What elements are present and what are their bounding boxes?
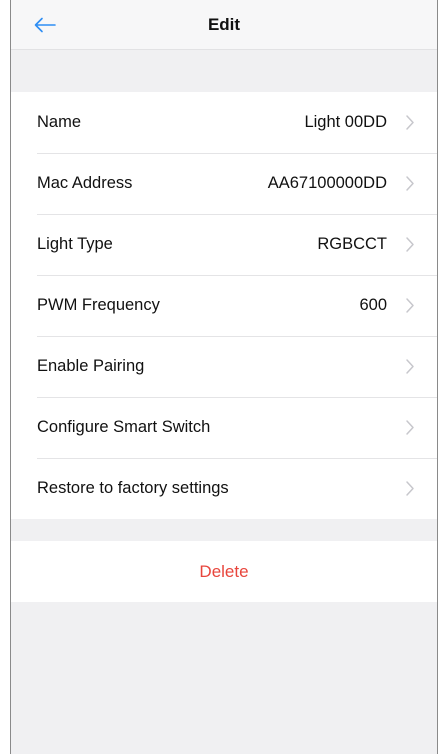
chevron-right-icon <box>406 176 414 191</box>
phone-screen: Edit Name Light 00DD Mac Address AA67100… <box>10 0 438 754</box>
name-value: Light 00DD <box>304 113 387 131</box>
chevron-right-icon <box>406 115 414 130</box>
chevron-right-icon <box>406 420 414 435</box>
configure-smart-switch-label: Configure Smart Switch <box>37 418 211 436</box>
pwm-frequency-row[interactable]: PWM Frequency 600 <box>11 275 437 336</box>
name-row[interactable]: Name Light 00DD <box>11 92 437 153</box>
chevron-right-icon <box>406 237 414 252</box>
light-type-value: RGBCCT <box>317 235 387 253</box>
chevron-right-icon <box>406 359 414 374</box>
restore-factory-settings-label: Restore to factory settings <box>37 479 229 497</box>
enable-pairing-row[interactable]: Enable Pairing <box>11 336 437 397</box>
page-title: Edit <box>207 15 241 34</box>
enable-pairing-label: Enable Pairing <box>37 357 145 375</box>
chevron-right-icon <box>406 481 414 496</box>
light-type-row[interactable]: Light Type RGBCCT <box>11 214 437 275</box>
mac-address-row[interactable]: Mac Address AA67100000DD <box>11 153 437 214</box>
pwm-frequency-value: 600 <box>359 296 387 314</box>
delete-section: Delete <box>11 541 437 602</box>
light-type-label: Light Type <box>37 235 113 253</box>
chevron-right-icon <box>406 298 414 313</box>
mac-address-value: AA67100000DD <box>267 174 387 192</box>
name-label: Name <box>37 113 82 131</box>
nav-bar: Edit <box>11 0 437 50</box>
configure-smart-switch-row[interactable]: Configure Smart Switch <box>11 397 437 458</box>
delete-button[interactable]: Delete <box>11 541 437 602</box>
restore-factory-settings-row[interactable]: Restore to factory settings <box>11 458 437 519</box>
settings-list: Name Light 00DD Mac Address AA67100000DD… <box>11 92 437 519</box>
pwm-frequency-label: PWM Frequency <box>37 296 160 314</box>
mac-address-label: Mac Address <box>37 174 133 192</box>
